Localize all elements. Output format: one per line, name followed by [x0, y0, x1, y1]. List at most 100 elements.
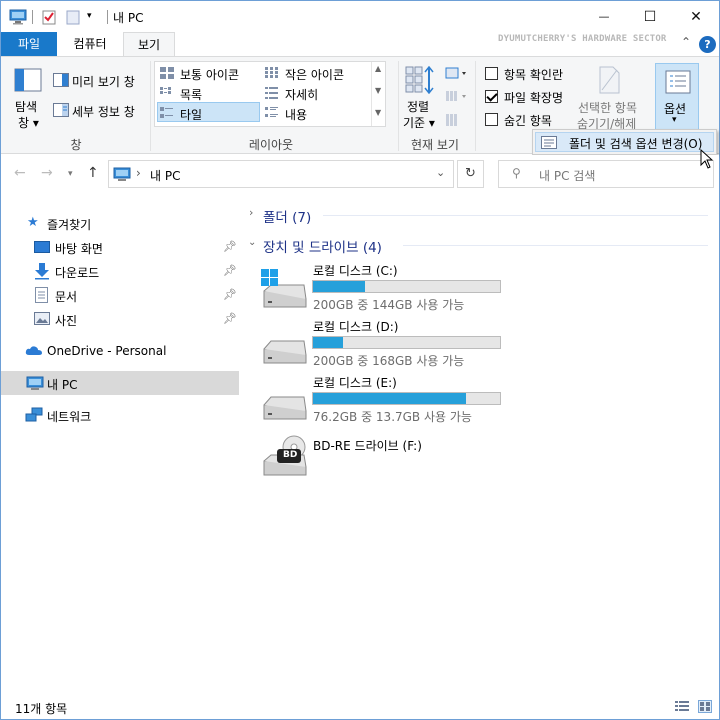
maximize-button[interactable]: ☐	[627, 1, 673, 32]
preview-pane-button[interactable]: 미리 보기 창	[72, 73, 135, 90]
hide-selected-button[interactable]: 선택한 항목	[578, 99, 637, 116]
hidden-items-checkbox[interactable]	[485, 113, 498, 126]
group-divider	[475, 61, 476, 151]
nav-item-onedrive[interactable]: OneDrive - Personal	[1, 339, 239, 363]
details-icon	[265, 87, 279, 101]
tab-view[interactable]: 보기	[123, 32, 175, 57]
drive-usage-fill	[313, 337, 343, 348]
nav-item-label: 다운로드	[55, 266, 100, 280]
drive-tile[interactable]: 로컬 디스크 (E:) 76.2GB 중 13.7GB 사용 가능	[259, 373, 509, 429]
document-icon	[35, 287, 49, 306]
pictures-icon	[34, 312, 50, 328]
hide-selected-icon	[598, 66, 622, 97]
layout-details[interactable]: 자세히	[285, 86, 318, 103]
nav-item-label: OneDrive - Personal	[47, 344, 167, 358]
navigation-pane-button[interactable]: 탐색	[15, 98, 37, 115]
forward-arrow-icon[interactable]: →	[41, 165, 53, 181]
properties-icon[interactable]	[41, 9, 57, 28]
drive-tile[interactable]: 로컬 디스크 (C:) 200GB 중 144GB 사용 가능	[259, 261, 509, 317]
expand-gallery-icon[interactable]: ▼	[375, 108, 381, 117]
options-icon	[665, 70, 691, 97]
details-view-icon[interactable]	[675, 700, 689, 713]
nav-item-pictures[interactable]: 사진 📌︎	[1, 307, 239, 331]
up-arrow-icon[interactable]: ↑	[87, 165, 99, 181]
drive-name: 로컬 디스크 (D:)	[313, 320, 399, 334]
current-view-group-label: 현재 보기	[411, 138, 459, 152]
file-extensions-checkbox[interactable]	[485, 90, 498, 103]
mouse-cursor-icon	[700, 148, 714, 172]
drive-name: 로컬 디스크 (E:)	[313, 376, 397, 390]
scroll-up-icon[interactable]: ▲	[375, 64, 381, 73]
item-checkboxes-checkbox[interactable]	[485, 67, 498, 80]
quick-access-toolbar-dropdown-icon[interactable]: ▾	[87, 11, 92, 21]
navigation-pane-button-line2[interactable]: 창 ▾	[18, 114, 39, 131]
layout-tiles[interactable]: 타일	[180, 106, 202, 123]
minimize-button[interactable]: —	[581, 1, 627, 32]
preview-pane-icon	[53, 73, 69, 87]
layout-group-label: 레이아웃	[248, 138, 294, 152]
scroll-down-icon[interactable]: ▼	[375, 86, 381, 95]
drive-tile[interactable]: 로컬 디스크 (D:) 200GB 중 168GB 사용 가능	[259, 317, 509, 373]
search-box[interactable]: ⚲ 내 PC 검색	[498, 160, 714, 188]
new-folder-icon[interactable]	[65, 9, 81, 28]
small-icons-icon	[265, 67, 279, 81]
details-pane-icon	[53, 103, 69, 117]
computer-icon[interactable]	[9, 9, 27, 28]
star-icon: ★	[27, 215, 39, 230]
group-divider	[403, 245, 708, 246]
folders-group-header[interactable]: 폴더 (7)	[263, 206, 311, 226]
nav-item-documents[interactable]: 문서 📌︎	[1, 283, 239, 307]
back-arrow-icon[interactable]: ←	[14, 165, 26, 181]
nav-item-desktop[interactable]: 바탕 화면 📌︎	[1, 235, 239, 259]
tab-file[interactable]: 파일	[1, 32, 57, 56]
drive-tile[interactable]: BD BD-RE 드라이브 (F:)	[259, 435, 509, 491]
address-history-chevron-icon[interactable]: ⌄	[436, 166, 445, 179]
content-icon	[265, 107, 279, 121]
layout-list[interactable]: 목록	[180, 86, 202, 103]
nav-item-downloads[interactable]: 다운로드 📌︎	[1, 259, 239, 283]
expand-chevron-icon[interactable]: ›	[249, 206, 253, 219]
address-row: ← → ▾ ↑ › 내 PC ⌄ ↻ ⚲ 내 PC 검색	[1, 155, 719, 193]
details-pane-button[interactable]: 세부 정보 창	[72, 103, 135, 120]
file-extensions-label[interactable]: 파일 확장명	[504, 89, 563, 106]
nav-item-quick-access[interactable]: ★ 즐겨찾기	[1, 211, 239, 235]
item-count: 11개 항목	[15, 702, 68, 716]
group-by-icon[interactable]	[445, 66, 469, 80]
desktop-icon	[34, 241, 50, 256]
breadcrumb-separator-icon[interactable]: ›	[136, 166, 141, 180]
nav-item-label: 즐겨찾기	[47, 218, 92, 232]
drive-name: BD-RE 드라이브 (F:)	[313, 439, 422, 453]
options-button[interactable]: 옵션 ▾	[655, 63, 699, 131]
nav-item-this-pc[interactable]: 내 PC	[1, 371, 239, 395]
add-columns-icon[interactable]	[445, 89, 469, 103]
collapse-chevron-icon[interactable]: ⌄	[248, 237, 256, 248]
minimize-ribbon-chevron-icon[interactable]: ⌃	[681, 35, 691, 49]
layout-gallery-scroller[interactable]: ▲ ▼ ▼	[371, 62, 385, 126]
size-columns-icon[interactable]	[445, 113, 459, 127]
layout-small-icons[interactable]: 작은 아이콘	[285, 66, 344, 83]
breadcrumb-this-pc[interactable]: 내 PC	[150, 167, 180, 184]
item-checkboxes-label[interactable]: 항목 확인란	[504, 66, 563, 83]
title-bar: ▾ 내 PC — ☐ ✕	[1, 1, 719, 32]
cloud-icon	[25, 345, 43, 359]
nav-item-network[interactable]: 네트워크	[1, 403, 239, 427]
recent-locations-chevron-icon[interactable]: ▾	[68, 169, 73, 179]
tab-computer[interactable]: 컴퓨터	[61, 32, 119, 56]
refresh-button[interactable]: ↻	[457, 160, 484, 188]
large-icons-view-icon[interactable]	[698, 700, 712, 713]
change-folder-options-item[interactable]: 폴더 및 검색 옵션 변경(O)	[535, 132, 714, 152]
folder-options-icon	[541, 136, 557, 152]
address-bar[interactable]: › 내 PC ⌄	[108, 160, 454, 188]
layout-medium-icons[interactable]: 보통 아이콘	[180, 66, 239, 83]
options-menu: 폴더 및 검색 옵션 변경(O)	[532, 129, 717, 155]
drive-usage-bar	[312, 336, 501, 349]
sort-by-button-line2[interactable]: 기준 ▾	[403, 114, 435, 131]
drive-free-space: 200GB 중 168GB 사용 가능	[313, 354, 465, 368]
close-button[interactable]: ✕	[673, 1, 719, 32]
status-bar: 11개 항목	[1, 695, 719, 719]
layout-content[interactable]: 내용	[285, 106, 307, 123]
devices-group-header[interactable]: 장치 및 드라이브 (4)	[263, 236, 382, 256]
hidden-items-label[interactable]: 숨긴 항목	[504, 112, 552, 129]
help-button[interactable]: ?	[699, 36, 716, 53]
sort-by-button[interactable]: 정렬	[407, 98, 429, 115]
